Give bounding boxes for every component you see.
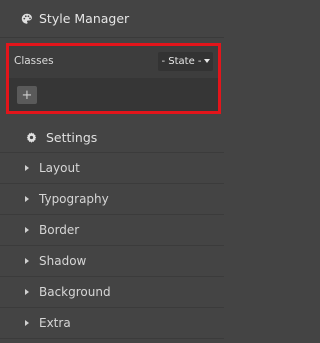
- state-select[interactable]: - State -: [158, 52, 213, 71]
- sector-layout[interactable]: Layout: [0, 153, 224, 184]
- state-select-value: - State -: [161, 56, 202, 67]
- settings-sector[interactable]: Settings: [0, 122, 224, 153]
- sector-label: Border: [39, 223, 80, 237]
- chevron-right-icon: [25, 320, 29, 326]
- sector-border[interactable]: Border: [0, 215, 224, 246]
- sector-extra[interactable]: Extra: [0, 308, 224, 339]
- chevron-right-icon: [25, 289, 29, 295]
- gear-icon: [26, 131, 37, 143]
- sector-label: Extra: [39, 316, 71, 330]
- sector-shadow[interactable]: Shadow: [0, 246, 224, 277]
- chevron-right-icon: [25, 227, 29, 233]
- classes-tag-bar: +: [9, 78, 218, 111]
- add-class-button[interactable]: +: [17, 86, 37, 104]
- plus-icon: +: [21, 87, 33, 103]
- sector-background[interactable]: Background: [0, 277, 224, 308]
- palette-icon: [21, 13, 33, 25]
- chevron-right-icon: [25, 196, 29, 202]
- classes-label: Classes: [14, 55, 54, 67]
- classes-section: Classes - State - +: [6, 43, 221, 114]
- page-title: Style Manager: [39, 11, 130, 26]
- style-manager-header[interactable]: Style Manager: [0, 0, 224, 38]
- chevron-right-icon: [25, 165, 29, 171]
- sector-label: Typography: [39, 192, 109, 206]
- sector-typography[interactable]: Typography: [0, 184, 224, 215]
- chevron-down-icon: [203, 58, 210, 63]
- sector-label: Shadow: [39, 254, 87, 268]
- sector-label: Background: [39, 285, 111, 299]
- sector-label: Layout: [39, 161, 80, 175]
- settings-label: Settings: [46, 129, 98, 145]
- chevron-right-icon: [25, 258, 29, 264]
